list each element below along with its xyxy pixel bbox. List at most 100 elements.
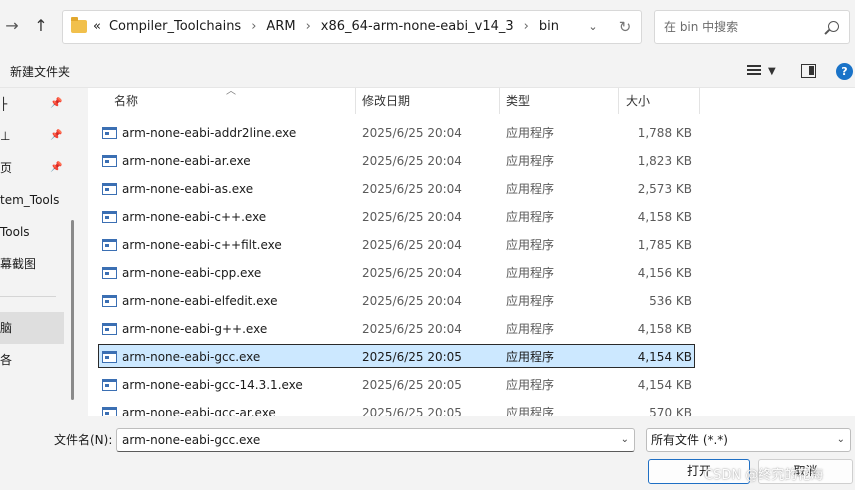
- pin-icon: 📌: [50, 98, 63, 109]
- sidebar-scrollbar[interactable]: [71, 220, 74, 400]
- file-date: 2025/6/25 20:04: [362, 210, 462, 224]
- arrow-right-icon[interactable]: →: [2, 14, 22, 38]
- file-size: 536 KB: [649, 294, 692, 308]
- table-row[interactable]: arm-none-eabi-cpp.exe 2025/6/25 20:04 应用程序…: [88, 259, 855, 287]
- chevron-down-icon[interactable]: ⌄: [581, 11, 605, 43]
- table-row[interactable]: arm-none-eabi-as.exe 2025/6/25 20:04 应用程序 2…: [88, 175, 855, 203]
- preview-pane-icon[interactable]: [801, 64, 816, 78]
- file-name[interactable]: arm-none-eabi-gcc-14.3.1.exe: [122, 371, 303, 399]
- refresh-icon[interactable]: ↻: [613, 11, 637, 43]
- column-header-name[interactable]: 名称: [114, 88, 138, 114]
- sidebar-item-this-pc[interactable]: 脑: [0, 312, 64, 344]
- search-icon[interactable]: [828, 21, 839, 32]
- file-date: 2025/6/25 20:04: [362, 294, 462, 308]
- file-name[interactable]: arm-none-eabi-c++filt.exe: [122, 231, 282, 259]
- table-row[interactable]: arm-none-eabi-g++.exe 2025/6/25 20:04 应用程序…: [88, 315, 855, 343]
- file-type: 应用程序: [506, 182, 555, 196]
- help-icon[interactable]: ?: [836, 63, 853, 80]
- file-size: 4,158 KB: [637, 210, 692, 224]
- file-name[interactable]: arm-none-eabi-gcc.exe: [122, 343, 260, 371]
- file-date: 2025/6/25 20:04: [362, 182, 462, 196]
- file-type: 应用程序: [506, 294, 555, 308]
- table-row[interactable]: arm-none-eabi-ar.exe 2025/6/25 20:04 应用程序 1…: [88, 147, 855, 175]
- address-bar[interactable]: «Compiler_Toolchains › ARM › x86_64-arm-none…: [62, 10, 642, 44]
- file-size: 1,823 KB: [637, 154, 692, 168]
- sidebar-item-tools[interactable]: Tools: [0, 216, 64, 248]
- file-date: 2025/6/25 20:05: [362, 406, 462, 416]
- file-size: 570 KB: [649, 406, 692, 416]
- file-type: 应用程序: [506, 350, 555, 364]
- chevron-right-icon[interactable]: ›: [241, 19, 266, 34]
- address-bar-area: → ↑ «Compiler_Toolchains › ARM › x86_64-arm-…: [0, 0, 855, 56]
- file-date: 2025/6/25 20:04: [362, 126, 462, 140]
- sidebar-item-network[interactable]: 各: [0, 344, 64, 376]
- file-type-value[interactable]: 所有文件 (*.*): [651, 429, 728, 451]
- filename-value[interactable]: arm-none-eabi-gcc.exe: [122, 429, 260, 451]
- file-name[interactable]: arm-none-eabi-elfedit.exe: [122, 287, 277, 315]
- breadcrumb-item[interactable]: ARM: [266, 19, 295, 34]
- file-type: 应用程序: [506, 126, 555, 140]
- sort-ascending-icon: ︿: [226, 88, 236, 97]
- file-type: 应用程序: [506, 378, 555, 392]
- view-dropdown-icon[interactable]: ▼: [768, 56, 776, 88]
- column-header-size[interactable]: 大小: [626, 88, 650, 114]
- chevron-right-icon[interactable]: ›: [296, 19, 321, 34]
- file-type: 应用程序: [506, 406, 555, 416]
- chevron-down-icon[interactable]: ⌄: [837, 429, 845, 451]
- open-button[interactable]: 打开: [648, 459, 750, 484]
- navigation-pane: ├ 📌 ⊥ 📌 页 📌 tem_Tools Tools 幕截图 脑 各: [0, 88, 88, 416]
- arrow-up-icon[interactable]: ↑: [30, 14, 52, 38]
- table-row[interactable]: arm-none-eabi-gcc-ar.exe 2025/6/25 20:05 应…: [88, 399, 855, 416]
- file-size: 4,154 KB: [637, 350, 692, 364]
- file-date: 2025/6/25 20:04: [362, 266, 462, 280]
- file-name[interactable]: arm-none-eabi-cpp.exe: [122, 259, 261, 287]
- file-name[interactable]: arm-none-eabi-c++.exe: [122, 203, 266, 231]
- file-list: ︿ 名称 修改日期 类型 大小 arm-none-eabi-addr2line.…: [88, 88, 855, 416]
- breadcrumb-item[interactable]: Compiler_Toolchains: [109, 19, 241, 34]
- file-name[interactable]: arm-none-eabi-as.exe: [122, 175, 253, 203]
- application-icon: [102, 155, 117, 167]
- table-row[interactable]: arm-none-eabi-c++.exe 2025/6/25 20:04 应用程序…: [88, 203, 855, 231]
- column-divider[interactable]: [618, 88, 619, 114]
- chevron-right-icon[interactable]: ›: [514, 19, 539, 34]
- table-row[interactable]: arm-none-eabi-elfedit.exe 2025/6/25 20:04…: [88, 287, 855, 315]
- column-header-date[interactable]: 修改日期: [362, 88, 410, 114]
- file-name[interactable]: arm-none-eabi-addr2line.exe: [122, 119, 296, 147]
- list-view-icon[interactable]: [747, 65, 761, 77]
- application-icon: [102, 323, 117, 335]
- sidebar-item-screenshots[interactable]: 幕截图: [0, 248, 64, 280]
- sidebar-item-system-tools[interactable]: tem_Tools: [0, 184, 64, 216]
- breadcrumb-item[interactable]: bin: [539, 19, 559, 34]
- column-divider[interactable]: [699, 88, 700, 114]
- sidebar-divider: [0, 296, 56, 297]
- column-divider[interactable]: [355, 88, 356, 114]
- table-row[interactable]: arm-none-eabi-gcc.exe 2025/6/25 20:05 应用程序…: [88, 343, 855, 371]
- column-header-type[interactable]: 类型: [506, 88, 530, 114]
- file-type-select[interactable]: 所有文件 (*.*) ⌄: [646, 428, 851, 452]
- breadcrumb-item[interactable]: x86_64-arm-none-eabi_v14_3: [321, 19, 514, 34]
- cancel-button[interactable]: 取消: [758, 459, 853, 484]
- file-size: 2,573 KB: [637, 182, 692, 196]
- file-name[interactable]: arm-none-eabi-ar.exe: [122, 147, 251, 175]
- new-folder-button[interactable]: 新建文件夹: [10, 56, 70, 88]
- table-row[interactable]: arm-none-eabi-c++filt.exe 2025/6/25 20:04…: [88, 231, 855, 259]
- file-size: 4,158 KB: [637, 322, 692, 336]
- file-type: 应用程序: [506, 266, 555, 280]
- file-name[interactable]: arm-none-eabi-gcc-ar.exe: [122, 399, 276, 416]
- pin-icon: 📌: [50, 162, 63, 173]
- search-input[interactable]: 在 bin 中搜索: [654, 10, 850, 44]
- breadcrumb-overflow[interactable]: «: [93, 19, 101, 34]
- file-type: 应用程序: [506, 154, 555, 168]
- column-divider[interactable]: [499, 88, 500, 114]
- file-date: 2025/6/25 20:04: [362, 154, 462, 168]
- application-icon: [102, 295, 117, 307]
- chevron-down-icon[interactable]: ⌄: [621, 429, 629, 451]
- filename-field[interactable]: arm-none-eabi-gcc.exe ⌄: [116, 428, 635, 452]
- application-icon: [102, 127, 117, 139]
- pin-icon: 📌: [50, 130, 63, 141]
- table-row[interactable]: arm-none-eabi-addr2line.exe 2025/6/25 20:…: [88, 119, 855, 147]
- table-row[interactable]: arm-none-eabi-gcc-14.3.1.exe 2025/6/25 20…: [88, 371, 855, 399]
- application-icon: [102, 379, 117, 391]
- file-type: 应用程序: [506, 238, 555, 252]
- file-name[interactable]: arm-none-eabi-g++.exe: [122, 315, 267, 343]
